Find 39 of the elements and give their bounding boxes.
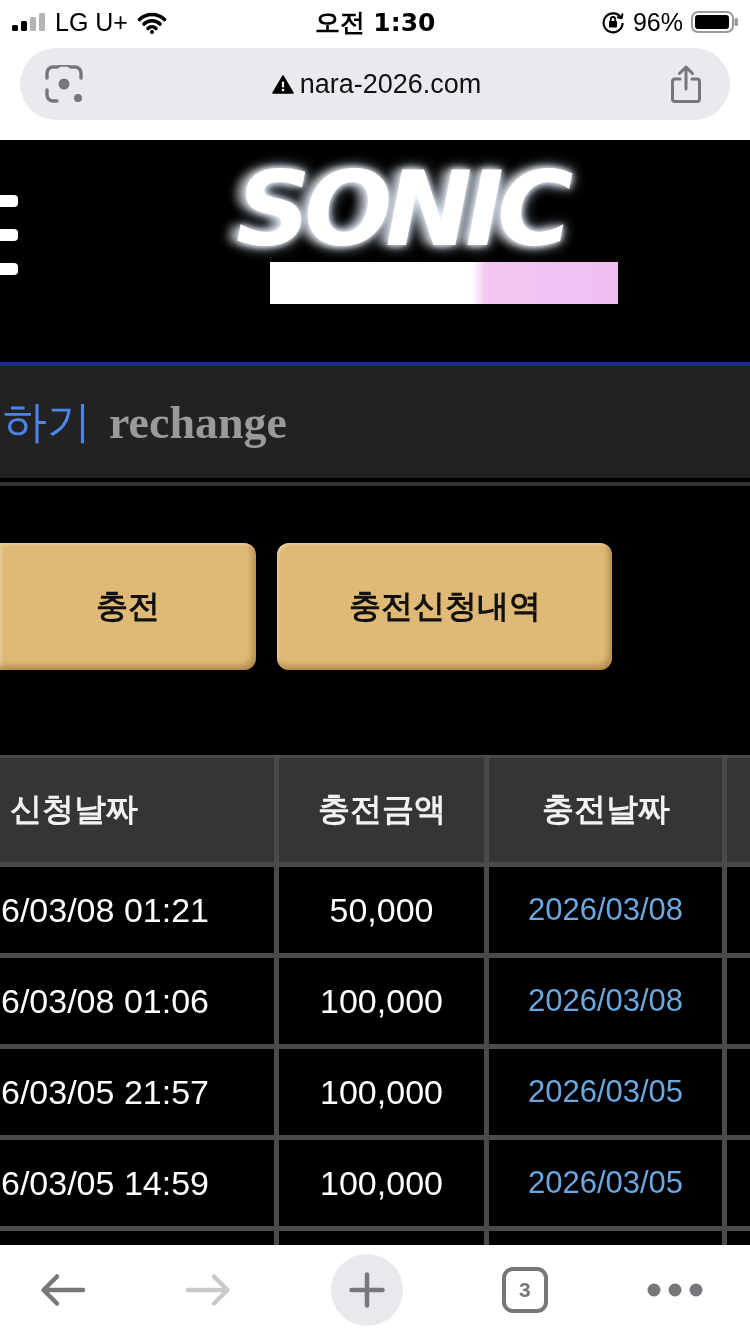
table-cell: 100,000	[279, 1140, 484, 1226]
action-button[interactable]: 충전	[0, 543, 256, 670]
table-cell: 100,000	[279, 958, 484, 1044]
forward-arrow-icon	[185, 1272, 232, 1307]
rotation-lock-icon	[600, 10, 625, 34]
plus-icon	[348, 1271, 385, 1308]
menu-icon[interactable]	[0, 195, 18, 275]
table-cell: 2026/03/05	[489, 1140, 722, 1226]
back-button[interactable]	[40, 1272, 86, 1307]
column-header: 신청날짜	[0, 758, 274, 862]
table-cell: 6/03/05 21:57	[0, 1049, 274, 1135]
page-title: 하기	[3, 394, 91, 449]
site-logo[interactable]: SONIC	[236, 160, 618, 258]
battery-icon	[691, 11, 738, 33]
tabs-button[interactable]: 3	[501, 1266, 548, 1313]
more-icon	[647, 1282, 703, 1297]
page-subtitle: rechange	[109, 395, 287, 449]
wifi-icon	[136, 10, 167, 34]
table-cell: 50,000	[279, 867, 484, 953]
more-button[interactable]	[647, 1282, 703, 1297]
table-cell: 6/03/08 01:21	[0, 867, 274, 953]
table-cell: 6/03/05 14:59	[0, 1140, 274, 1226]
table-cell: 2026/03/08	[489, 958, 722, 1044]
column-header: 충전날짜	[489, 758, 722, 862]
table-cell: 2026/03/08	[489, 867, 722, 953]
signal-icon	[12, 13, 46, 31]
clock-time: 오전 1:30	[314, 6, 436, 39]
action-button[interactable]: 충전신청내역	[277, 543, 612, 670]
table-cell: 2026/03/05	[489, 1049, 722, 1135]
camera-scan-icon[interactable]	[45, 65, 83, 103]
table-cell: 100,000	[279, 1049, 484, 1135]
table-cell: 6/03/08 01:06	[0, 958, 274, 1044]
share-icon[interactable]	[670, 64, 702, 104]
url-text[interactable]: nara-2026.com	[299, 68, 482, 100]
battery-percent: 96%	[632, 7, 683, 37]
carrier-name: LG U+	[55, 7, 128, 37]
column-header: 충전금액	[279, 758, 484, 862]
back-arrow-icon	[40, 1272, 86, 1307]
address-bar[interactable]: nara-2026.com	[20, 48, 730, 120]
